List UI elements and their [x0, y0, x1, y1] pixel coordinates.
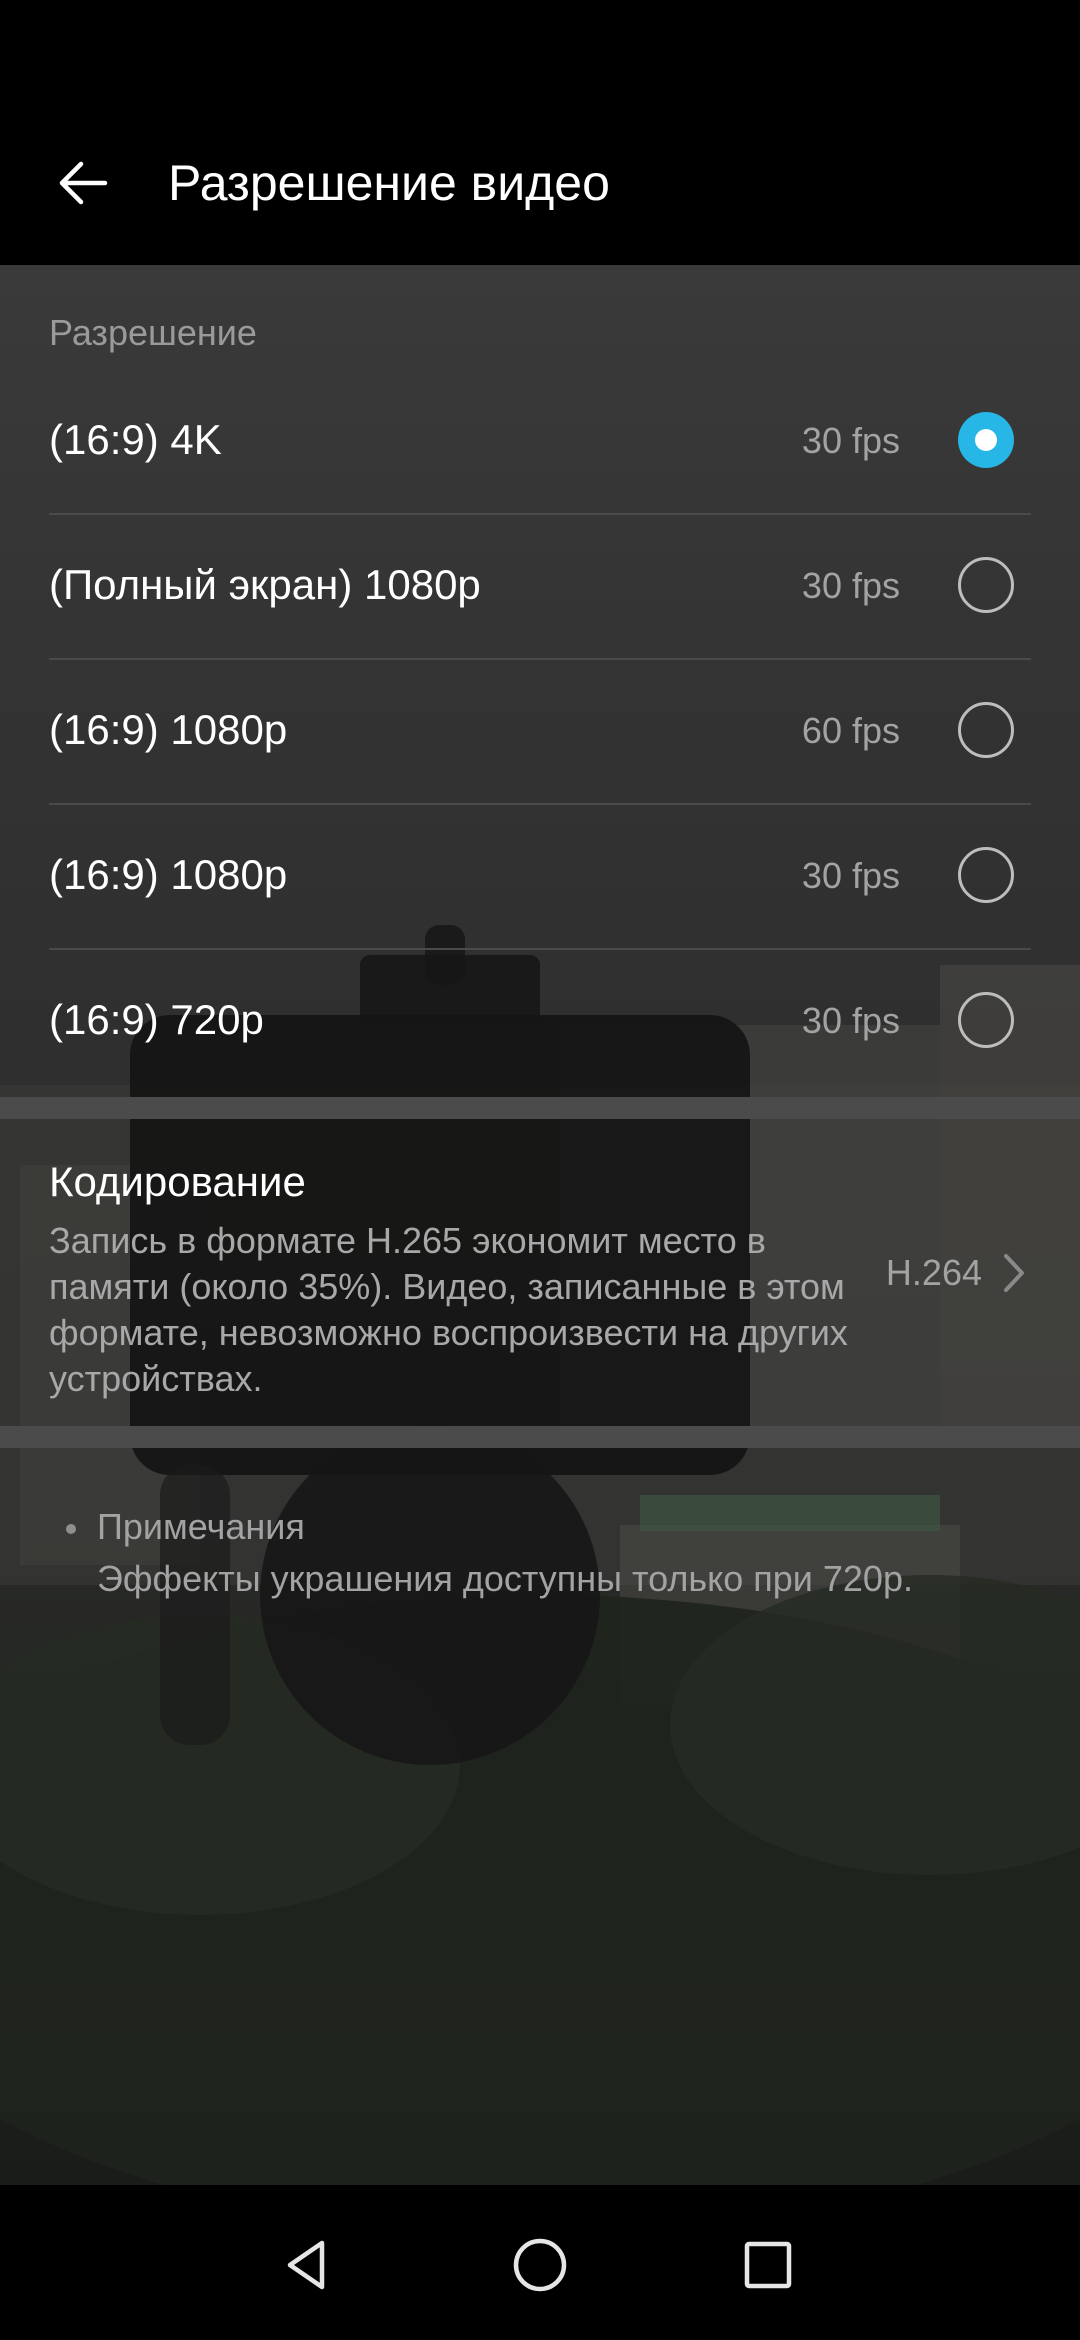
notes-text: Эффекты украшения доступны только при 72… — [97, 1558, 913, 1599]
resolution-option-1080p-60[interactable]: (16:9) 1080p 60 fps — [0, 660, 1080, 805]
radio-button[interactable] — [958, 702, 1014, 758]
fps-label: 30 fps — [801, 855, 900, 896]
resolution-option-1080p-30[interactable]: (16:9) 1080p 30 fps — [0, 805, 1080, 950]
resolution-option-4k-30[interactable]: (16:9) 4K 30 fps — [0, 370, 1080, 515]
nav-back-button[interactable] — [268, 2225, 348, 2305]
resolution-label: (16:9) 720p — [49, 996, 264, 1043]
radio-button-selected[interactable] — [958, 412, 1014, 468]
page-title: Разрешение видео — [168, 155, 610, 211]
fps-label: 30 fps — [801, 420, 900, 461]
triangle-back-icon — [287, 2240, 325, 2290]
circle-home-icon — [513, 2238, 567, 2292]
square-recents-icon — [744, 2241, 792, 2289]
resolution-option-720p-30[interactable]: (16:9) 720p 30 fps — [0, 950, 1080, 1095]
resolution-label: (Полный экран) 1080p — [49, 561, 481, 608]
back-button[interactable] — [40, 140, 126, 226]
bullet-icon — [66, 1524, 76, 1534]
resolution-option-fullscreen-1080p-30[interactable]: (Полный экран) 1080p 30 fps — [0, 515, 1080, 660]
app-bar: Разрешение видео — [0, 0, 1080, 265]
radio-button[interactable] — [958, 992, 1014, 1048]
radio-button[interactable] — [958, 847, 1014, 903]
arrow-left-icon — [59, 161, 108, 205]
notes-title: Примечания — [97, 1506, 305, 1547]
resolution-label: (16:9) 1080p — [49, 851, 288, 898]
chevron-right-icon — [1004, 1254, 1024, 1292]
fps-label: 60 fps — [801, 710, 900, 751]
resolution-label: (16:9) 4K — [49, 416, 222, 463]
fps-label: 30 fps — [801, 1000, 900, 1041]
section-separator — [0, 1426, 1080, 1448]
section-separator — [0, 1097, 1080, 1119]
encoding-title: Кодирование — [49, 1158, 306, 1205]
resolution-list: (16:9) 4K 30 fps (Полный экран) 1080p 30… — [0, 370, 1080, 1095]
section-label-resolution: Разрешение — [49, 312, 257, 353]
nav-home-button[interactable] — [500, 2225, 580, 2305]
resolution-label: (16:9) 1080p — [49, 706, 288, 753]
fps-label: 30 fps — [801, 565, 900, 606]
encoding-description: Запись в формате H.265 экономит место в … — [49, 1220, 848, 1399]
system-navigation-bar — [0, 2185, 1080, 2340]
radio-button[interactable] — [958, 557, 1014, 613]
encoding-setting[interactable]: Кодирование Запись в формате H.265 эконо… — [0, 1120, 1080, 1420]
nav-recents-button[interactable] — [728, 2225, 808, 2305]
encoding-value: H.264 — [885, 1252, 982, 1293]
